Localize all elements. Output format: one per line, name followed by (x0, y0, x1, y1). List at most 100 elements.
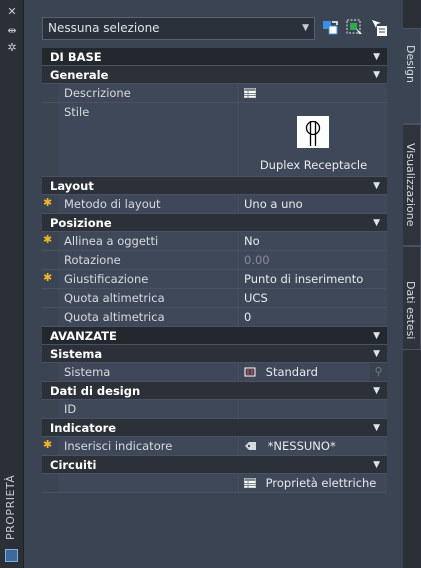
chevron-down-icon: ▼ (373, 386, 380, 396)
row-gutter (42, 363, 58, 381)
section-dati-design[interactable]: Dati di design ▼ (42, 382, 387, 400)
section-title: Posizione (50, 216, 112, 230)
selection-dropdown[interactable]: Nessuna selezione ▼ (42, 17, 315, 40)
properties-palette-icon[interactable] (5, 549, 18, 562)
tab-label: Visualizzazione (404, 143, 417, 227)
tab-dati-estesi[interactable]: Dati estesi (403, 246, 421, 350)
section-posizione[interactable]: Posizione ▼ (42, 214, 387, 232)
prop-giustificazione: ✱ Giustificazione Punto di inserimento (42, 270, 387, 289)
table-icon[interactable] (244, 478, 256, 488)
prop-sistema: Sistema Standard ⚲ (42, 363, 387, 382)
prop-label (58, 474, 239, 492)
row-gutter (42, 84, 58, 102)
properties-panel: Nessuna selezione ▼ DI BASE ▼ Generale ▼… (24, 0, 403, 568)
tab-design[interactable]: Design (403, 28, 421, 124)
close-icon[interactable]: ✕ (5, 6, 19, 18)
row-gutter (42, 400, 58, 418)
prop-rotazione: Rotazione 0.00 (42, 251, 387, 270)
chevron-down-icon: ▼ (373, 460, 380, 470)
section-sistema[interactable]: Sistema ▼ (42, 345, 387, 363)
style-preview-cell[interactable]: Duplex Receptacle (240, 103, 387, 176)
row-gutter (42, 474, 58, 492)
tab-label: Dati estesi (404, 281, 417, 340)
prop-value[interactable]: Uno a uno (240, 195, 387, 213)
chevron-down-icon: ▼ (373, 423, 380, 433)
prop-value[interactable]: *NESSUNO* (240, 437, 387, 455)
prop-value[interactable]: Punto di inserimento (240, 270, 387, 288)
section-title: AVANZATE (50, 329, 117, 343)
section-title: Dati di design (50, 384, 141, 398)
property-grid: DI BASE ▼ Generale ▼ Descrizione Stile D… (42, 48, 387, 493)
chevron-down-icon: ▼ (373, 181, 380, 191)
tag-icon (245, 442, 256, 450)
chevron-down-icon: ▼ (373, 218, 380, 228)
selection-dropdown-value: Nessuna selezione (48, 21, 160, 35)
prop-label: Metodo di layout (58, 195, 239, 213)
prop-value[interactable]: No (240, 232, 387, 250)
prop-quota-altimetrica: Quota altimetrica 0 (42, 308, 387, 327)
prop-label: Allinea a oggetti (58, 232, 239, 250)
required-star-icon: ✱ (43, 196, 53, 209)
prop-allinea: ✱ Allinea a oggetti No (42, 232, 387, 251)
prop-label: Rotazione (58, 251, 239, 269)
prop-inserisci-indicatore: ✱ Inserisci indicatore *NESSUNO* (42, 437, 387, 456)
prop-quota-preimpostata: Quota altimetrica preimpostata UCS (42, 289, 387, 323)
section-generale[interactable]: Generale ▼ (42, 66, 387, 84)
chevron-down-icon: ▼ (373, 52, 380, 62)
row-gutter: ✱ (42, 195, 58, 213)
row-gutter (42, 289, 58, 307)
auto-hide-icon[interactable]: ⇹ (5, 25, 19, 37)
prop-value[interactable] (240, 84, 387, 102)
chevron-down-icon: ▼ (373, 70, 380, 80)
tab-visualizzazione[interactable]: Visualizzazione (403, 124, 421, 246)
chevron-down-icon: ▼ (373, 331, 380, 341)
section-title: Sistema (50, 347, 103, 361)
prop-value[interactable]: 0 (240, 308, 387, 326)
section-di-base[interactable]: DI BASE ▼ (42, 48, 387, 66)
prop-label: Giustificazione (58, 270, 239, 288)
section-title: Indicatore (50, 421, 117, 435)
prop-value[interactable]: UCS (240, 289, 387, 307)
prop-value[interactable] (240, 400, 387, 418)
required-star-icon: ✱ (43, 438, 53, 451)
section-layout[interactable]: Layout ▼ (42, 177, 387, 195)
pick-add-icon[interactable] (370, 18, 389, 37)
prop-metodo-layout: ✱ Metodo di layout Uno a uno (42, 195, 387, 214)
prop-value-text: Proprietà elettriche (265, 476, 377, 490)
prop-label: ID (58, 400, 239, 418)
section-indicatore[interactable]: Indicatore ▼ (42, 419, 387, 437)
prop-id: ID (42, 400, 387, 419)
quick-select-icon[interactable] (345, 18, 364, 37)
table-icon[interactable] (244, 88, 256, 98)
gear-icon[interactable]: ✲ (5, 42, 19, 54)
prop-value[interactable]: Standard ⚲ (240, 363, 387, 381)
section-title: DI BASE (50, 50, 102, 64)
row-gutter: ✱ (42, 270, 58, 288)
prop-label: Sistema (58, 363, 239, 381)
section-avanzate[interactable]: AVANZATE ▼ (42, 327, 387, 345)
prop-label: Quota altimetrica preimpostata (58, 289, 239, 323)
prop-label: Stile (58, 103, 239, 176)
select-objects-icon[interactable] (321, 18, 340, 37)
row-gutter (42, 308, 58, 326)
prop-label: Inserisci indicatore (58, 437, 239, 455)
prop-label: Descrizione (58, 84, 239, 102)
row-gutter (42, 103, 58, 176)
row-gutter (42, 251, 58, 269)
prop-value-text: Standard (265, 365, 318, 379)
chevron-down-icon: ▼ (302, 23, 309, 33)
palette-title: PROPRIETÀ (4, 474, 17, 540)
tab-label: Design (404, 45, 417, 83)
required-star-icon: ✱ (43, 271, 53, 284)
palette-tabs: Design Visualizzazione Dati estesi (403, 0, 421, 568)
section-circuiti[interactable]: Circuiti ▼ (42, 456, 387, 474)
chevron-down-icon: ▼ (373, 349, 380, 359)
style-name: Duplex Receptacle (259, 158, 368, 172)
palette-title-strip: ✕ ⇹ ✲ PROPRIETÀ (0, 0, 24, 568)
search-icon[interactable]: ⚲ (370, 363, 387, 381)
prop-value[interactable]: Proprietà elettriche (240, 474, 387, 492)
prop-label: Quota altimetrica (58, 308, 239, 326)
prop-descrizione: Descrizione (42, 84, 387, 103)
prop-circuiti: Proprietà elettriche (42, 474, 387, 493)
row-gutter: ✱ (42, 232, 58, 250)
